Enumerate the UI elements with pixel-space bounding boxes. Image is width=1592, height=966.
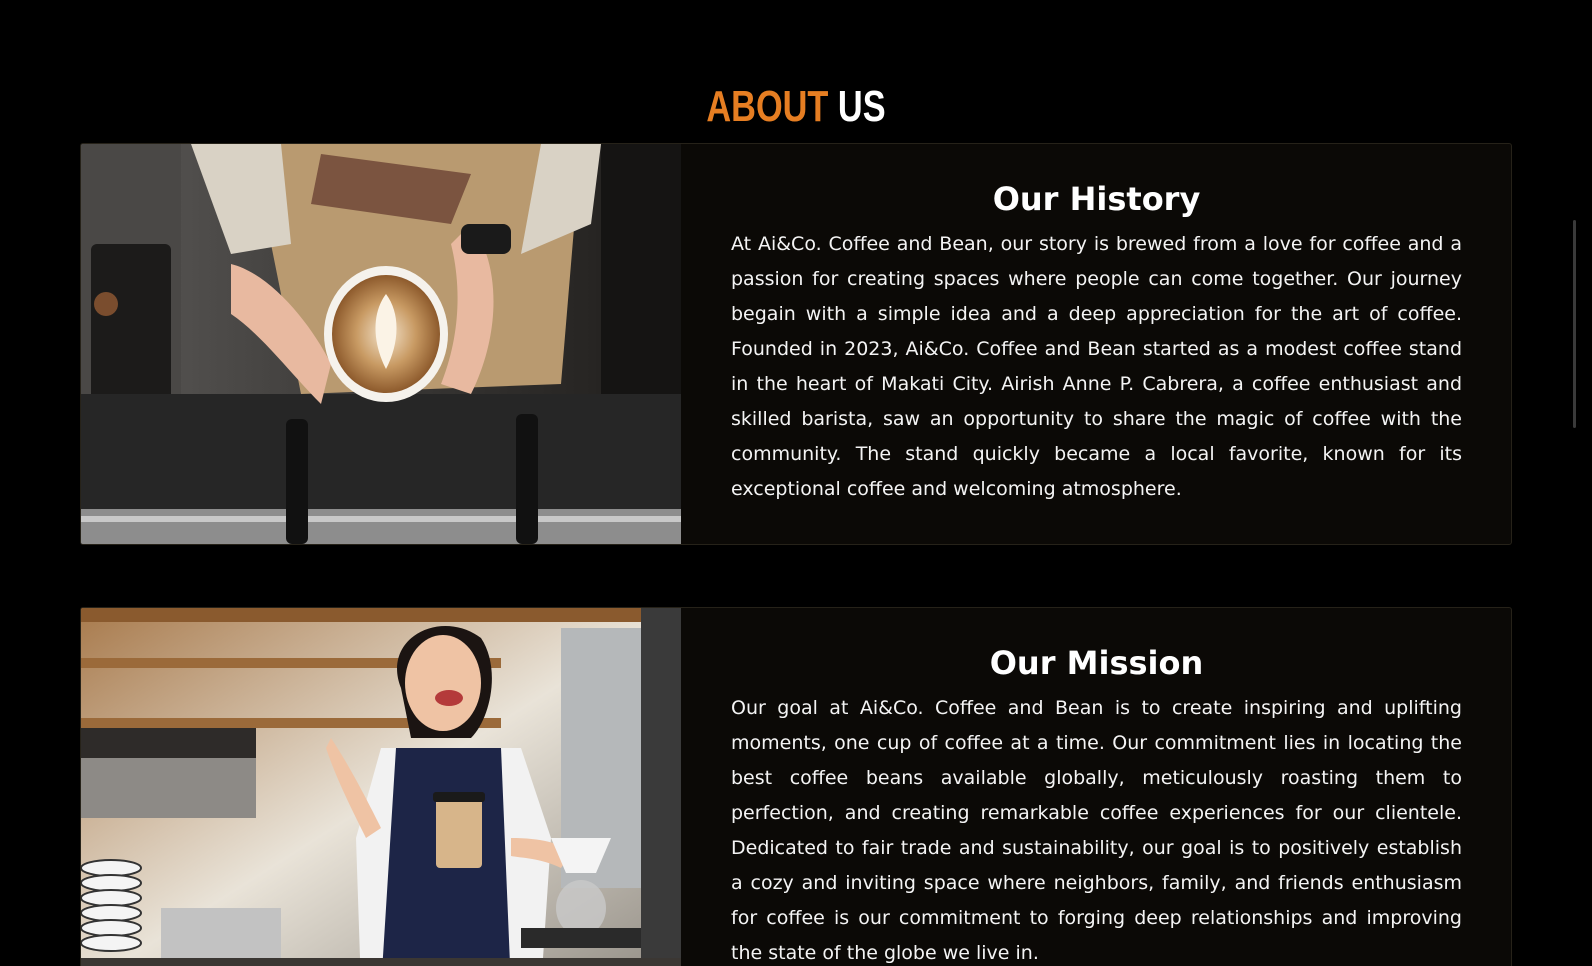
page-scrollbar[interactable] bbox=[1573, 220, 1576, 428]
barista-latte-photo bbox=[81, 144, 681, 544]
history-text: Our History At Ai&Co. Coffee and Bean, o… bbox=[731, 144, 1462, 507]
section-heading: ABOUT US bbox=[175, 77, 1417, 137]
heading-rest-word: US bbox=[837, 82, 886, 132]
mission-card: Our Mission Our goal at Ai&Co. Coffee an… bbox=[80, 607, 1512, 966]
mission-title: Our Mission bbox=[989, 644, 1204, 682]
history-body: At Ai&Co. Coffee and Bean, our story is … bbox=[731, 233, 1462, 500]
history-card: Our History At Ai&Co. Coffee and Bean, o… bbox=[80, 143, 1512, 545]
mission-body: Our goal at Ai&Co. Coffee and Bean is to… bbox=[731, 697, 1462, 964]
history-title: Our History bbox=[992, 180, 1201, 218]
barista-serving-photo bbox=[81, 608, 681, 966]
heading-accent-word: ABOUT bbox=[706, 82, 829, 132]
mission-text: Our Mission Our goal at Ai&Co. Coffee an… bbox=[731, 608, 1462, 966]
